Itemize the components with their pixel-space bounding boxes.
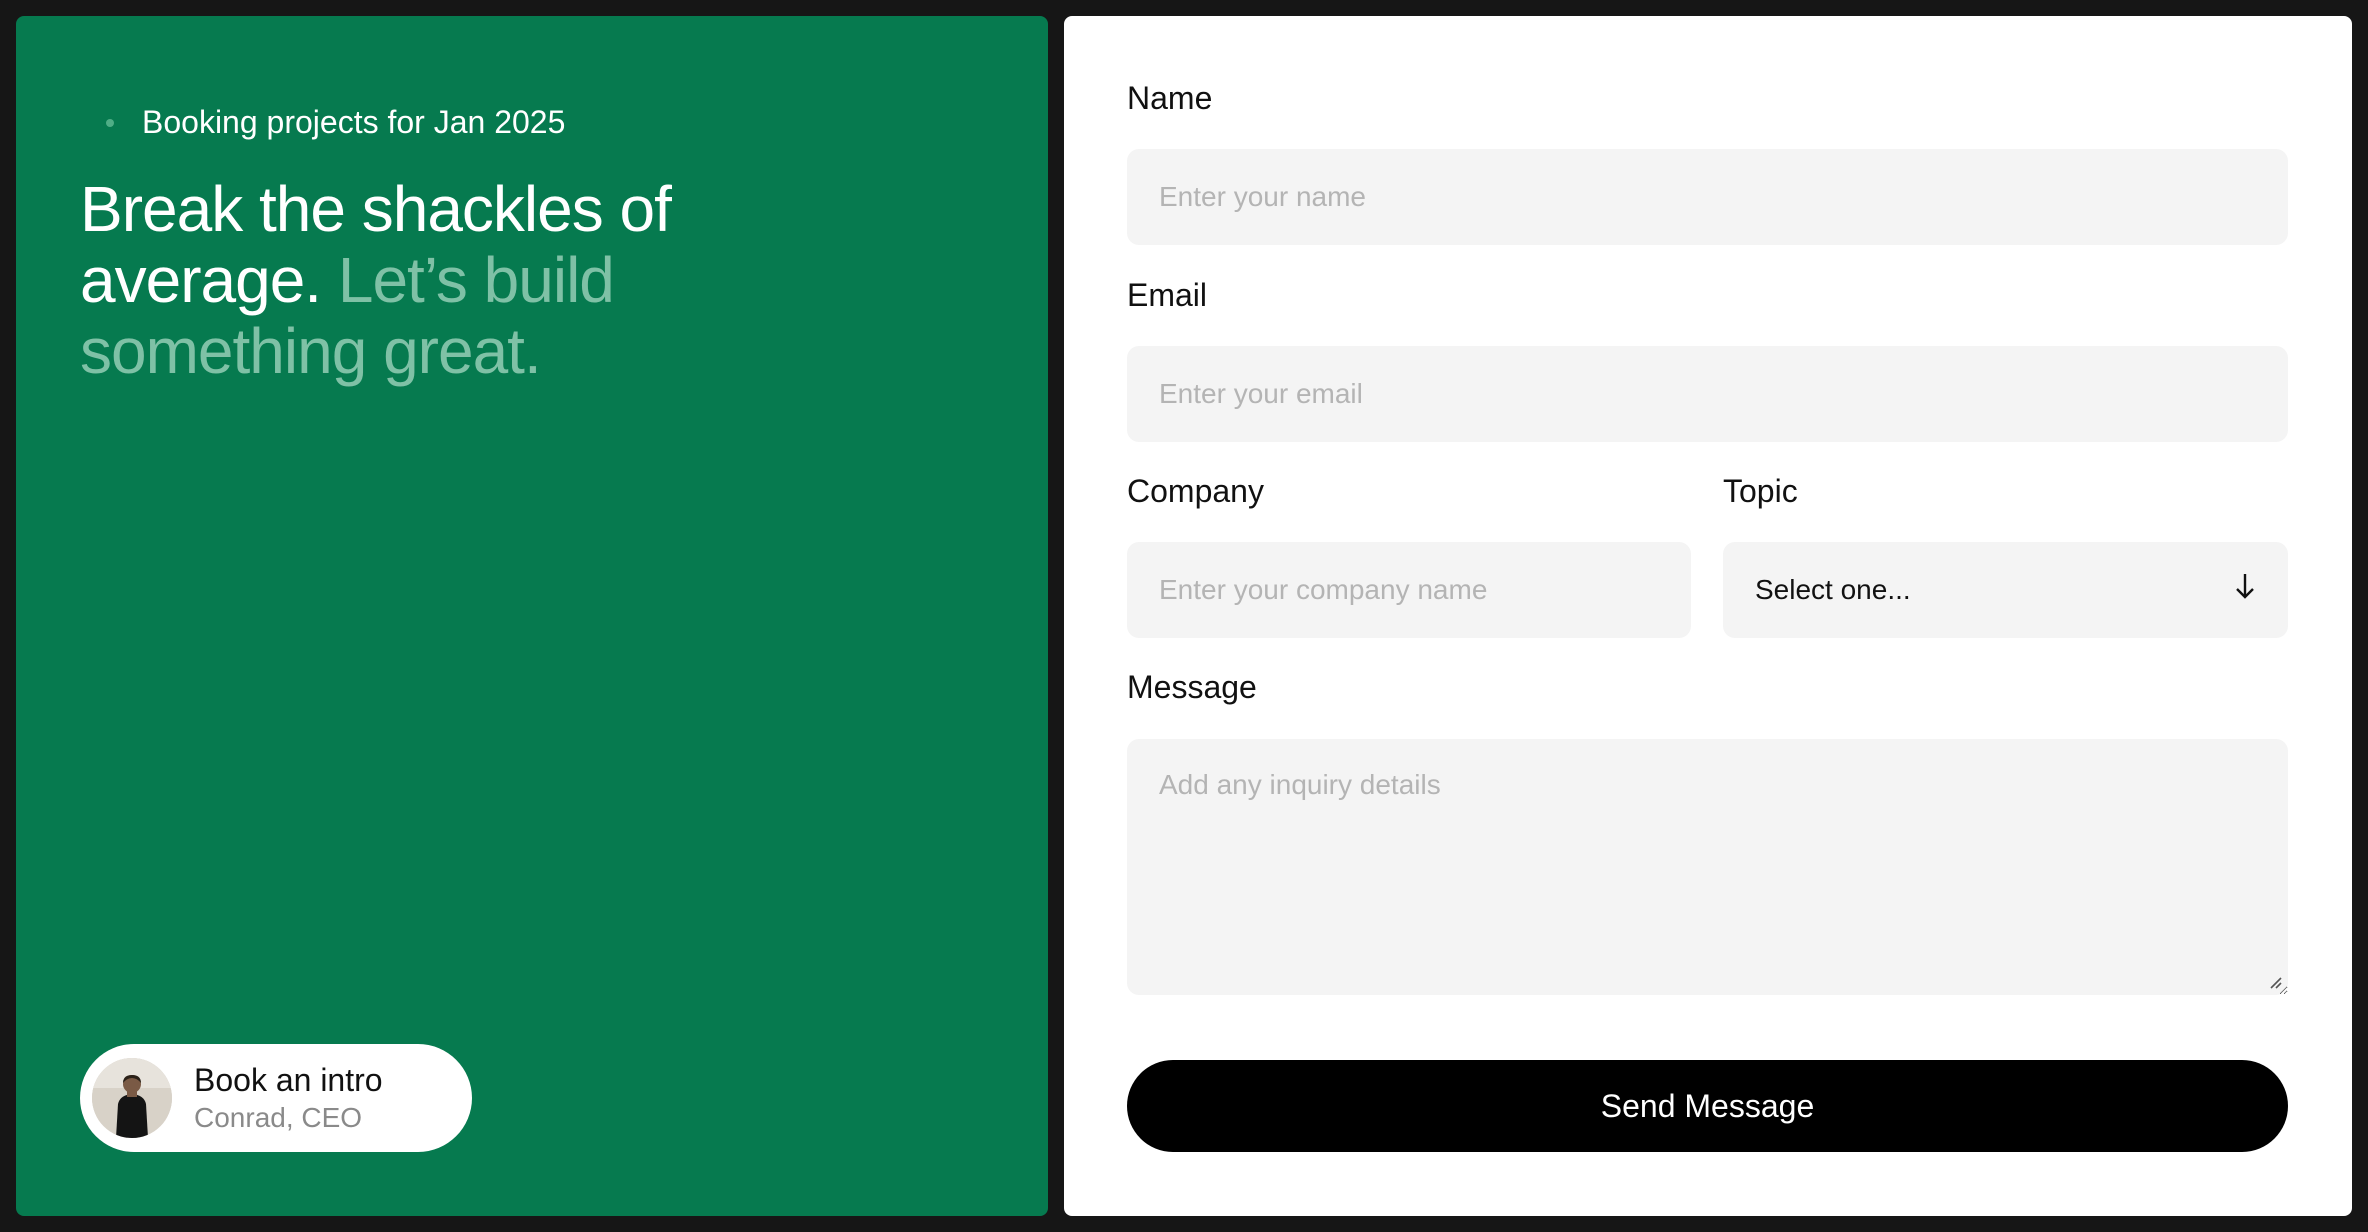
contact-form: Name Email Company Topic Select one... M… — [1064, 16, 2352, 1216]
company-label: Company — [1127, 473, 1264, 509]
name-label: Name — [1127, 80, 1213, 116]
email-field[interactable] — [1127, 346, 2288, 442]
email-label: Email — [1127, 277, 1208, 313]
availability-badge: Booking projects for Jan 2025 — [106, 104, 565, 141]
book-intro-button[interactable]: Book an intro Conrad, CEO — [80, 1044, 472, 1152]
arrow-down-icon — [2234, 572, 2256, 608]
topic-select[interactable]: Select one... — [1723, 542, 2288, 638]
message-wrapper — [1127, 739, 2288, 995]
resize-handle-icon[interactable] — [2268, 975, 2282, 989]
hero-panel: Booking projects for Jan 2025 Break the … — [16, 16, 1048, 1216]
hero-headline: Break the shackles of average. Let’s bui… — [80, 174, 780, 387]
company-field[interactable] — [1127, 542, 1691, 638]
topic-label: Topic — [1723, 473, 1798, 509]
intro-title: Book an intro — [194, 1062, 383, 1098]
message-label: Message — [1127, 669, 1257, 705]
message-textarea[interactable] — [1127, 739, 2288, 995]
intro-subtitle: Conrad, CEO — [194, 1102, 363, 1133]
topic-selected-value: Select one... — [1755, 574, 1911, 605]
avatar — [92, 1058, 172, 1138]
availability-text: Booking projects for Jan 2025 — [142, 104, 566, 140]
name-field[interactable] — [1127, 149, 2288, 245]
send-message-button[interactable]: Send Message — [1127, 1060, 2288, 1152]
status-dot-icon — [106, 118, 114, 127]
